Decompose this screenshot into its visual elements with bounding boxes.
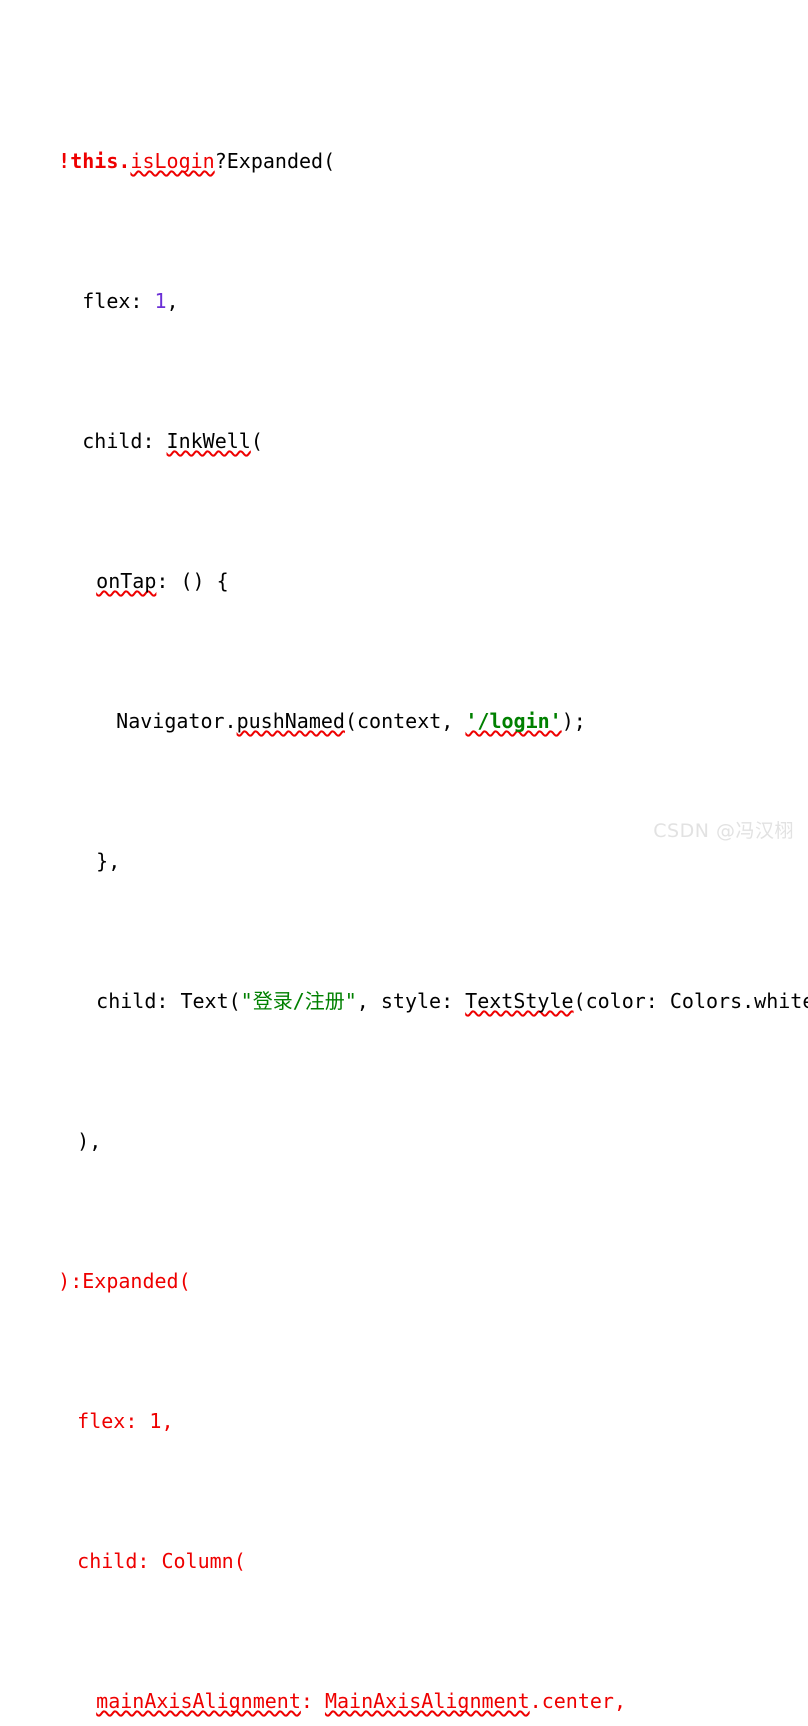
token-close-paren: ), (77, 1129, 102, 1153)
token-flex-value: 1 (154, 289, 167, 313)
token-flex-key: flex: (58, 289, 155, 313)
code-line-5: Navigator.pushNamed(context, '/login'); (10, 669, 808, 733)
token-navigator: Navigator. (116, 709, 237, 733)
code-line-1: !this.isLogin?Expanded( (10, 109, 808, 173)
token-comma: , (166, 289, 179, 313)
code-line-2: flex: 1, (10, 249, 808, 313)
token-statement-end: ); (561, 709, 586, 733)
token-login-label-string: "登录/注册" (240, 989, 357, 1013)
token-expanded-call: ?Expanded( (214, 149, 336, 173)
token-textstyle: TextStyle (465, 989, 574, 1013)
code-line-3: child: InkWell( (10, 389, 808, 453)
token-inkwell: InkWell (166, 429, 251, 453)
token-islogin: isLogin (130, 149, 215, 173)
csdn-watermark: CSDN @冯汉栩 (653, 820, 794, 842)
token-ontap: onTap (96, 569, 157, 593)
token-not-this: !this. (58, 149, 131, 173)
token-mainaxisalignment-type: MainAxisAlignment (324, 1689, 530, 1713)
token-style-key: , style: (356, 989, 466, 1013)
code-line-12: mainAxisAlignment: MainAxisAlignment.cen… (10, 1649, 808, 1713)
token-close-brace: }, (96, 849, 121, 873)
code-line-11: child: Column( (10, 1509, 808, 1573)
token-child-column: child: Column( (77, 1549, 246, 1573)
token-else-expanded: ):Expanded( (58, 1269, 191, 1293)
code-line-8: ), (10, 1089, 808, 1153)
code-line-7: child: Text("登录/注册", style: TextStyle(co… (10, 949, 808, 1013)
token-pushnamed: pushNamed (236, 709, 345, 733)
token-textstyle-args: (color: Colors.white)), (573, 989, 808, 1013)
token-mainaxisalignment-key: mainAxisAlignment (96, 1689, 301, 1713)
code-line-9: ):Expanded( (10, 1229, 808, 1293)
token-open-paren: ( (250, 429, 263, 453)
code-block: !this.isLogin?Expanded( flex: 1, child: … (0, 0, 808, 1713)
token-context-arg: (context, (344, 709, 466, 733)
token-child-text: child: Text( (96, 989, 241, 1013)
code-line-10: flex: 1, (10, 1369, 808, 1433)
token-child-key: child: (58, 429, 167, 453)
token-ontap-rest: : () { (156, 569, 229, 593)
token-center-value: .center, (529, 1689, 626, 1713)
token-flex-2: flex: 1, (77, 1409, 174, 1433)
token-colon-12: : (300, 1689, 325, 1713)
token-login-route-string: '/login' (465, 709, 562, 733)
code-line-4: onTap: () { (10, 529, 808, 593)
